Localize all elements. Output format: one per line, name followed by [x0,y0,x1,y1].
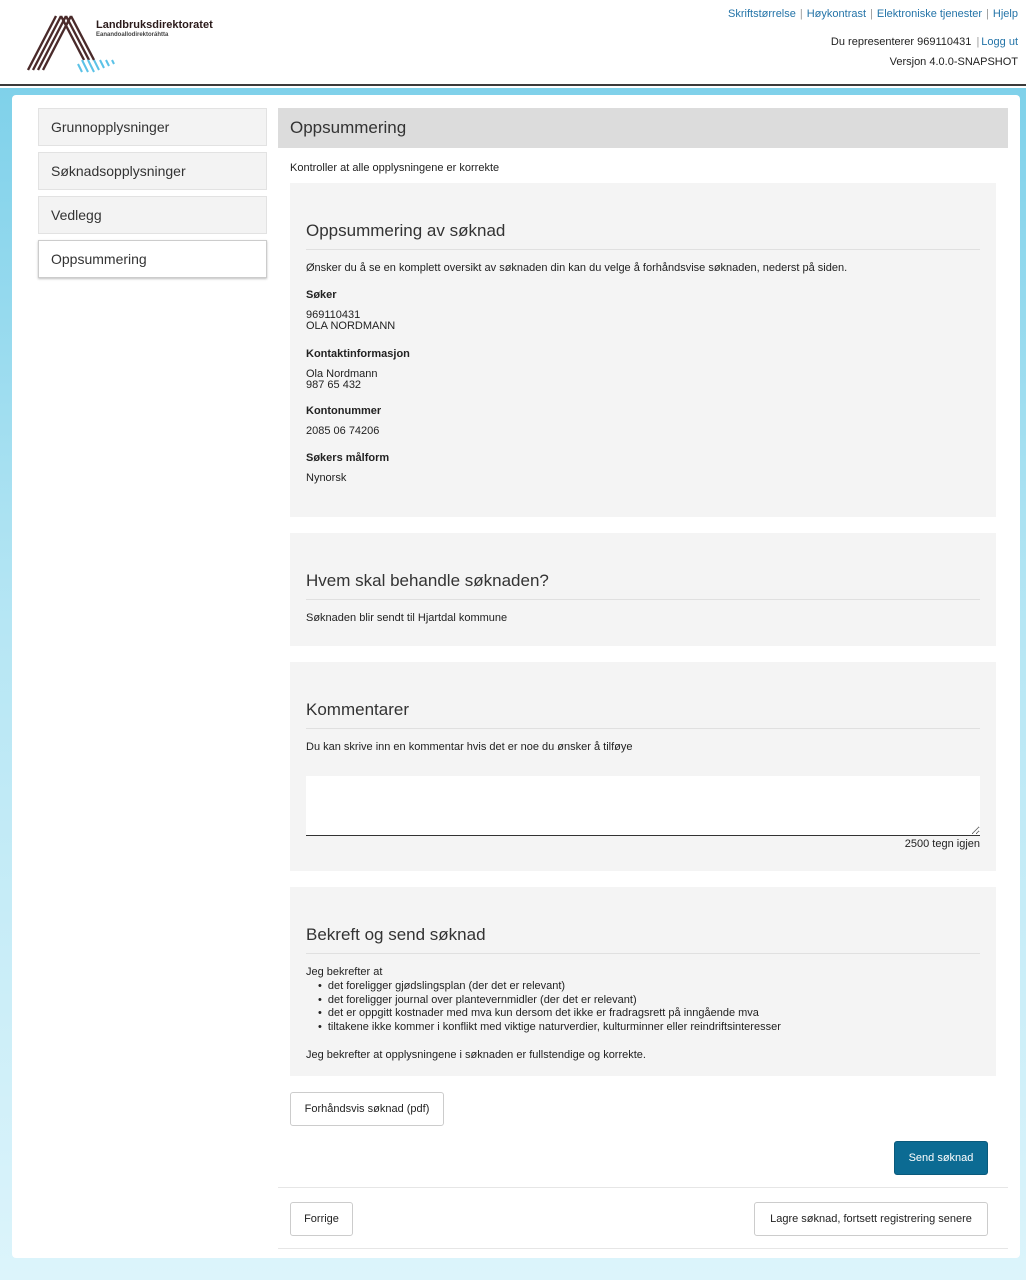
confirm-list: det foreligger gjødslingsplan (der det e… [306,980,781,1034]
list-item: det foreligger journal over plantevernmi… [318,994,781,1008]
previous-button[interactable]: Forrige [290,1202,353,1236]
handler-text: Søknaden blir sendt til Hjartdal kommune [306,612,508,624]
list-item: det er oppgitt kostnader med mva kun der… [318,1007,781,1021]
summary-description: Ønsker du å se en komplett oversikt av s… [306,262,848,274]
list-item: tiltakene ikke kommer i konflikt med vik… [318,1021,781,1035]
divider [278,1187,1008,1188]
applicant-name: OLA NORDMANN [306,320,396,332]
save-later-button[interactable]: Lagre søknad, fortsett registrering sene… [754,1202,988,1236]
character-counter: 2500 tegn igjen [904,838,980,850]
summary-card: Oppsummering av søknad Ønsker du å se en… [290,183,996,517]
comment-input[interactable] [306,776,980,836]
version-text: Versjon 4.0.0-SNAPSHOT [889,56,1018,68]
send-application-button[interactable]: Send søknad [894,1141,988,1175]
electronic-services-link[interactable]: Elektroniske tjenester [877,8,982,20]
language-label: Søkers målform [306,452,390,464]
sidebar-item-grunnopplysninger[interactable]: Grunnopplysninger [38,108,267,146]
account-number: 2085 06 74206 [306,425,380,437]
link-separator: | [986,8,989,20]
language-value: Nynorsk [306,472,347,484]
link-separator: | [976,36,980,48]
main-content: Oppsummering Kontroller at alle opplysni… [278,108,1008,1076]
logo[interactable]: Landbruksdirektoratet Eanandoallodirekto… [26,12,226,74]
help-link[interactable]: Hjelp [993,8,1018,20]
preview-pdf-button[interactable]: Forhåndsvis søknad (pdf) [290,1092,444,1126]
confirm-final: Jeg bekrefter at opplysningene i søknade… [306,1049,646,1061]
account-label: Kontonummer [306,405,382,417]
link-separator: | [799,8,803,20]
confirm-card: Bekreft og send søknad Jeg bekrefter at … [290,887,996,1076]
representing-text: Du representerer 969110431 [830,36,972,48]
sidebar-item-oppsummering[interactable]: Oppsummering [38,240,267,278]
comments-description: Du kan skrive inn en kommentar hvis det … [306,741,633,753]
summary-title: Oppsummering av søknad [306,221,980,250]
link-separator: | [870,8,873,20]
sidebar-item-vedlegg[interactable]: Vedlegg [38,196,267,234]
divider [278,1248,1008,1249]
applicant-label: Søker [306,289,337,301]
page-title: Oppsummering [278,108,1008,148]
contact-phone: 987 65 432 [306,379,362,391]
confirm-title: Bekreft og send søknad [306,925,980,954]
handler-card: Hvem skal behandle søknaden? Søknaden bl… [290,533,996,646]
logo-title: Landbruksdirektoratet [96,19,213,31]
sidebar-nav: Grunnopplysninger Søknadsopplysninger Ve… [38,108,267,284]
logo-subtitle: Eanandoallodirektoráhtta [96,32,169,38]
handler-title: Hvem skal behandle søknaden? [306,571,980,600]
confirm-intro: Jeg bekrefter at [306,966,383,978]
contact-label: Kontaktinformasjon [306,348,410,360]
high-contrast-link[interactable]: Høykontrast [807,8,866,20]
representing-info: Du representerer 969110431 | Logg ut [831,36,1018,48]
logout-link[interactable]: Logg ut [981,36,1018,48]
page-header: Landbruksdirektoratet Eanandoallodirekto… [0,0,1026,86]
comments-card: Kommentarer Du kan skrive inn en komment… [290,662,996,871]
top-links: Skriftstørrelse | Høykontrast | Elektroniske… [728,8,1018,20]
sidebar-item-soknadsopplysninger[interactable]: Søknadsopplysninger [38,152,267,190]
font-size-link[interactable]: Skriftstørrelse [728,8,796,20]
list-item: det foreligger gjødslingsplan (der det e… [318,980,781,994]
intro-text: Kontroller at alle opplysningene er korr… [290,162,500,174]
comments-title: Kommentarer [306,700,980,729]
